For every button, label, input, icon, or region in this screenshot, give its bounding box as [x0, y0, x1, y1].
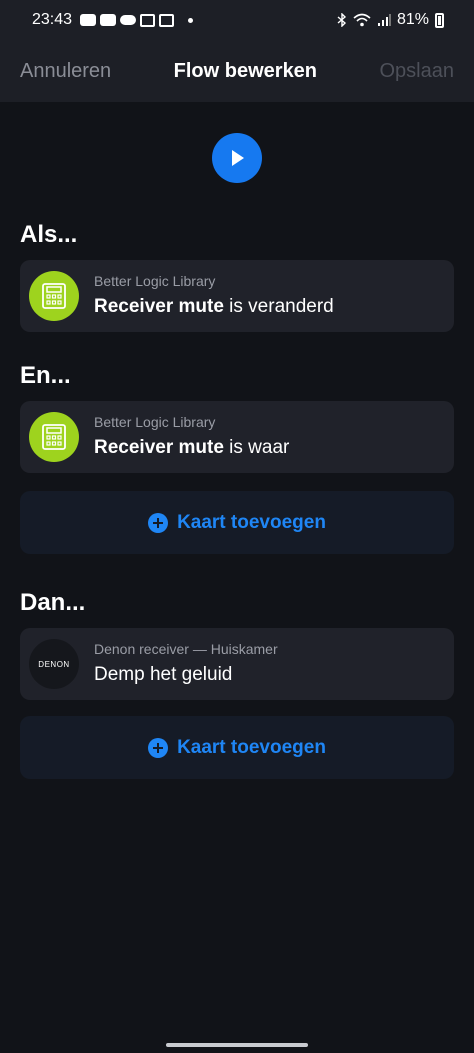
cloud-icon [120, 15, 137, 25]
youtube-icon [80, 14, 97, 26]
calculator-icon [42, 283, 66, 309]
plus-circle-icon [148, 737, 169, 758]
status-time: 23:43 [32, 11, 73, 28]
youtube-icon [100, 14, 117, 26]
app-header: Annuleren Flow bewerken Opslaan [0, 40, 474, 102]
home-indicator[interactable] [166, 1043, 308, 1047]
page-title: Flow bewerken [173, 59, 318, 82]
card-device-name: Denon receiver — Huiskamer [94, 641, 278, 657]
notification-icons [80, 13, 194, 27]
add-card-label: Kaart toevoegen [177, 736, 326, 758]
denon-logo-text: DENON [38, 659, 70, 669]
then-heading: Dan... [20, 589, 86, 616]
card-text: Receiver mute is veranderd [94, 296, 334, 318]
card-app-name: Better Logic Library [94, 273, 216, 289]
wifi-icon [353, 13, 371, 27]
save-button[interactable]: Opslaan [380, 60, 455, 83]
when-heading: Als... [20, 221, 78, 248]
battery-icon [435, 12, 444, 28]
card-variable: Receiver mute [94, 437, 224, 458]
play-icon [232, 150, 244, 166]
calendar-icon [159, 13, 175, 27]
add-card-label: Kaart toevoegen [177, 511, 326, 533]
condition-card[interactable]: Better Logic Library Receiver mute is wa… [20, 401, 454, 473]
card-variable: Receiver mute [94, 296, 224, 317]
card-app-name: Better Logic Library [94, 414, 216, 430]
action-card[interactable]: DENON Denon receiver — Huiskamer Demp he… [20, 628, 454, 700]
card-condition: is waar [223, 437, 290, 458]
plus-circle-icon [148, 512, 169, 533]
app-icon [29, 271, 79, 321]
cancel-button[interactable]: Annuleren [20, 60, 111, 83]
denon-logo: DENON [29, 639, 79, 689]
battery-percentage: 81% [396, 11, 429, 28]
bluetooth-icon [337, 13, 346, 27]
test-flow-button[interactable] [212, 133, 262, 183]
card-condition: is veranderd [223, 296, 334, 317]
add-action-card-button[interactable]: Kaart toevoegen [20, 716, 454, 779]
status-bar: 23:43 81% [0, 0, 474, 40]
signal-icon [377, 14, 391, 26]
calendar-icon [140, 13, 156, 27]
calculator-icon [42, 424, 66, 450]
trigger-card[interactable]: Better Logic Library Receiver mute is ve… [20, 260, 454, 332]
and-heading: En... [20, 362, 71, 389]
add-condition-card-button[interactable]: Kaart toevoegen [20, 491, 454, 554]
more-notifications-icon [188, 17, 194, 23]
app-icon [29, 412, 79, 462]
card-action: Demp het geluid [94, 664, 233, 685]
card-text: Receiver mute is waar [94, 437, 289, 459]
